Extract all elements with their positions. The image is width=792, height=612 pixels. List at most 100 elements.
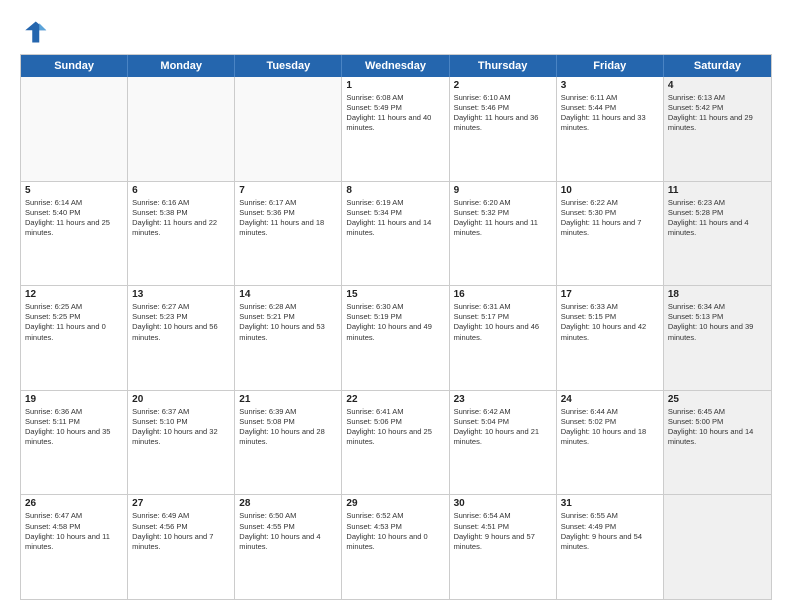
day-number: 22 xyxy=(346,394,444,405)
day-number: 14 xyxy=(239,289,337,300)
day-cell-9: 9 Sunrise: 6:20 AM Sunset: 5:32 PM Daylig… xyxy=(450,182,557,286)
day-cell-empty-0-0 xyxy=(21,77,128,181)
day-info: Sunrise: 6:47 AM Sunset: 4:58 PM Dayligh… xyxy=(25,511,123,552)
day-info: Sunrise: 6:08 AM Sunset: 5:49 PM Dayligh… xyxy=(346,93,444,134)
day-info: Sunrise: 6:14 AM Sunset: 5:40 PM Dayligh… xyxy=(25,198,123,239)
day-info: Sunrise: 6:31 AM Sunset: 5:17 PM Dayligh… xyxy=(454,302,552,343)
day-cell-10: 10Sunrise: 6:22 AM Sunset: 5:30 PM Dayli… xyxy=(557,182,664,286)
day-number: 29 xyxy=(346,498,444,509)
day-info: Sunrise: 6:10 AM Sunset: 5:46 PM Dayligh… xyxy=(454,93,552,134)
day-number: 7 xyxy=(239,185,337,196)
day-cell-17: 17 Sunrise: 6:33 AM Sunset: 5:15 PM Dayli… xyxy=(557,286,664,390)
day-info: Sunrise: 6:13 AM Sunset: 5:42 PM Dayligh… xyxy=(668,93,767,134)
day-info: Sunrise: 6:52 AM Sunset: 4:53 PM Dayligh… xyxy=(346,511,444,552)
day-number: 15 xyxy=(346,289,444,300)
day-info: Sunrise: 6:22 AM Sunset: 5:30 PM Dayligh… xyxy=(561,198,659,239)
day-cell-1: 1 Sunrise: 6:08 AM Sunset: 5:49 PM Daylig… xyxy=(342,77,449,181)
header-cell-thursday: Thursday xyxy=(450,55,557,77)
page: SundayMondayTuesdayWednesdayThursdayFrid… xyxy=(0,0,792,612)
day-info: Sunrise: 6:42 AM Sunset: 5:04 PM Dayligh… xyxy=(454,407,552,448)
day-cell-11: 11 Sunrise: 6:23 AM Sunset: 5:28 PM Dayli… xyxy=(664,182,771,286)
day-number: 21 xyxy=(239,394,337,405)
day-info: Sunrise: 6:25 AM Sunset: 5:25 PM Dayligh… xyxy=(25,302,123,343)
day-cell-8: 8Sunrise: 6:19 AM Sunset: 5:34 PM Daylig… xyxy=(342,182,449,286)
day-number: 5 xyxy=(25,185,123,196)
day-number: 1 xyxy=(346,80,444,91)
header-cell-wednesday: Wednesday xyxy=(342,55,449,77)
day-cell-27: 27 Sunrise: 6:49 AM Sunset: 4:56 PM Dayli… xyxy=(128,495,235,599)
day-number: 25 xyxy=(668,394,767,405)
week-row-1: 5 Sunrise: 6:14 AM Sunset: 5:40 PM Daylig… xyxy=(21,182,771,287)
header-cell-monday: Monday xyxy=(128,55,235,77)
header-cell-saturday: Saturday xyxy=(664,55,771,77)
day-info: Sunrise: 6:28 AM Sunset: 5:21 PM Dayligh… xyxy=(239,302,337,343)
day-number: 9 xyxy=(454,185,552,196)
day-number: 26 xyxy=(25,498,123,509)
day-number: 27 xyxy=(132,498,230,509)
day-number: 30 xyxy=(454,498,552,509)
day-number: 6 xyxy=(132,185,230,196)
day-cell-25: 25 Sunrise: 6:45 AM Sunset: 5:00 PM Dayli… xyxy=(664,391,771,495)
week-row-3: 19Sunrise: 6:36 AM Sunset: 5:11 PM Dayli… xyxy=(21,391,771,496)
day-cell-7: 7 Sunrise: 6:17 AM Sunset: 5:36 PM Daylig… xyxy=(235,182,342,286)
day-cell-24: 24 Sunrise: 6:44 AM Sunset: 5:02 PM Dayli… xyxy=(557,391,664,495)
day-info: Sunrise: 6:39 AM Sunset: 5:08 PM Dayligh… xyxy=(239,407,337,448)
calendar-body: 1 Sunrise: 6:08 AM Sunset: 5:49 PM Daylig… xyxy=(21,77,771,599)
day-info: Sunrise: 6:55 AM Sunset: 4:49 PM Dayligh… xyxy=(561,511,659,552)
day-cell-30: 30Sunrise: 6:54 AM Sunset: 4:51 PM Dayli… xyxy=(450,495,557,599)
day-cell-21: 21 Sunrise: 6:39 AM Sunset: 5:08 PM Dayli… xyxy=(235,391,342,495)
day-number: 20 xyxy=(132,394,230,405)
day-number: 3 xyxy=(561,80,659,91)
day-cell-5: 5 Sunrise: 6:14 AM Sunset: 5:40 PM Daylig… xyxy=(21,182,128,286)
day-info: Sunrise: 6:23 AM Sunset: 5:28 PM Dayligh… xyxy=(668,198,767,239)
header xyxy=(20,18,772,46)
day-cell-3: 3 Sunrise: 6:11 AM Sunset: 5:44 PM Daylig… xyxy=(557,77,664,181)
day-cell-14: 14 Sunrise: 6:28 AM Sunset: 5:21 PM Dayli… xyxy=(235,286,342,390)
day-cell-23: 23 Sunrise: 6:42 AM Sunset: 5:04 PM Dayli… xyxy=(450,391,557,495)
day-number: 17 xyxy=(561,289,659,300)
day-cell-20: 20 Sunrise: 6:37 AM Sunset: 5:10 PM Dayli… xyxy=(128,391,235,495)
day-cell-19: 19Sunrise: 6:36 AM Sunset: 5:11 PM Dayli… xyxy=(21,391,128,495)
header-cell-tuesday: Tuesday xyxy=(235,55,342,77)
day-info: Sunrise: 6:37 AM Sunset: 5:10 PM Dayligh… xyxy=(132,407,230,448)
week-row-0: 1 Sunrise: 6:08 AM Sunset: 5:49 PM Daylig… xyxy=(21,77,771,182)
day-info: Sunrise: 6:16 AM Sunset: 5:38 PM Dayligh… xyxy=(132,198,230,239)
day-info: Sunrise: 6:49 AM Sunset: 4:56 PM Dayligh… xyxy=(132,511,230,552)
day-info: Sunrise: 6:20 AM Sunset: 5:32 PM Dayligh… xyxy=(454,198,552,239)
logo-icon xyxy=(20,18,48,46)
day-number: 4 xyxy=(668,80,767,91)
day-info: Sunrise: 6:17 AM Sunset: 5:36 PM Dayligh… xyxy=(239,198,337,239)
day-info: Sunrise: 6:33 AM Sunset: 5:15 PM Dayligh… xyxy=(561,302,659,343)
day-number: 13 xyxy=(132,289,230,300)
week-row-4: 26 Sunrise: 6:47 AM Sunset: 4:58 PM Dayli… xyxy=(21,495,771,599)
day-cell-2: 2 Sunrise: 6:10 AM Sunset: 5:46 PM Daylig… xyxy=(450,77,557,181)
day-number: 24 xyxy=(561,394,659,405)
day-cell-18: 18Sunrise: 6:34 AM Sunset: 5:13 PM Dayli… xyxy=(664,286,771,390)
day-info: Sunrise: 6:30 AM Sunset: 5:19 PM Dayligh… xyxy=(346,302,444,343)
calendar-header: SundayMondayTuesdayWednesdayThursdayFrid… xyxy=(21,55,771,77)
day-info: Sunrise: 6:41 AM Sunset: 5:06 PM Dayligh… xyxy=(346,407,444,448)
day-cell-6: 6 Sunrise: 6:16 AM Sunset: 5:38 PM Daylig… xyxy=(128,182,235,286)
day-cell-15: 15 Sunrise: 6:30 AM Sunset: 5:19 PM Dayli… xyxy=(342,286,449,390)
day-cell-29: 29 Sunrise: 6:52 AM Sunset: 4:53 PM Dayli… xyxy=(342,495,449,599)
day-cell-empty-0-2 xyxy=(235,77,342,181)
day-info: Sunrise: 6:11 AM Sunset: 5:44 PM Dayligh… xyxy=(561,93,659,134)
day-cell-31: 31Sunrise: 6:55 AM Sunset: 4:49 PM Dayli… xyxy=(557,495,664,599)
day-info: Sunrise: 6:19 AM Sunset: 5:34 PM Dayligh… xyxy=(346,198,444,239)
day-number: 2 xyxy=(454,80,552,91)
day-cell-28: 28Sunrise: 6:50 AM Sunset: 4:55 PM Dayli… xyxy=(235,495,342,599)
logo xyxy=(20,18,52,46)
day-cell-16: 16 Sunrise: 6:31 AM Sunset: 5:17 PM Dayli… xyxy=(450,286,557,390)
day-number: 16 xyxy=(454,289,552,300)
day-cell-13: 13 Sunrise: 6:27 AM Sunset: 5:23 PM Dayli… xyxy=(128,286,235,390)
day-info: Sunrise: 6:27 AM Sunset: 5:23 PM Dayligh… xyxy=(132,302,230,343)
calendar: SundayMondayTuesdayWednesdayThursdayFrid… xyxy=(20,54,772,600)
day-info: Sunrise: 6:45 AM Sunset: 5:00 PM Dayligh… xyxy=(668,407,767,448)
day-cell-empty-0-1 xyxy=(128,77,235,181)
day-number: 11 xyxy=(668,185,767,196)
day-info: Sunrise: 6:44 AM Sunset: 5:02 PM Dayligh… xyxy=(561,407,659,448)
day-cell-4: 4 Sunrise: 6:13 AM Sunset: 5:42 PM Daylig… xyxy=(664,77,771,181)
day-number: 23 xyxy=(454,394,552,405)
day-number: 19 xyxy=(25,394,123,405)
day-cell-22: 22 Sunrise: 6:41 AM Sunset: 5:06 PM Dayli… xyxy=(342,391,449,495)
